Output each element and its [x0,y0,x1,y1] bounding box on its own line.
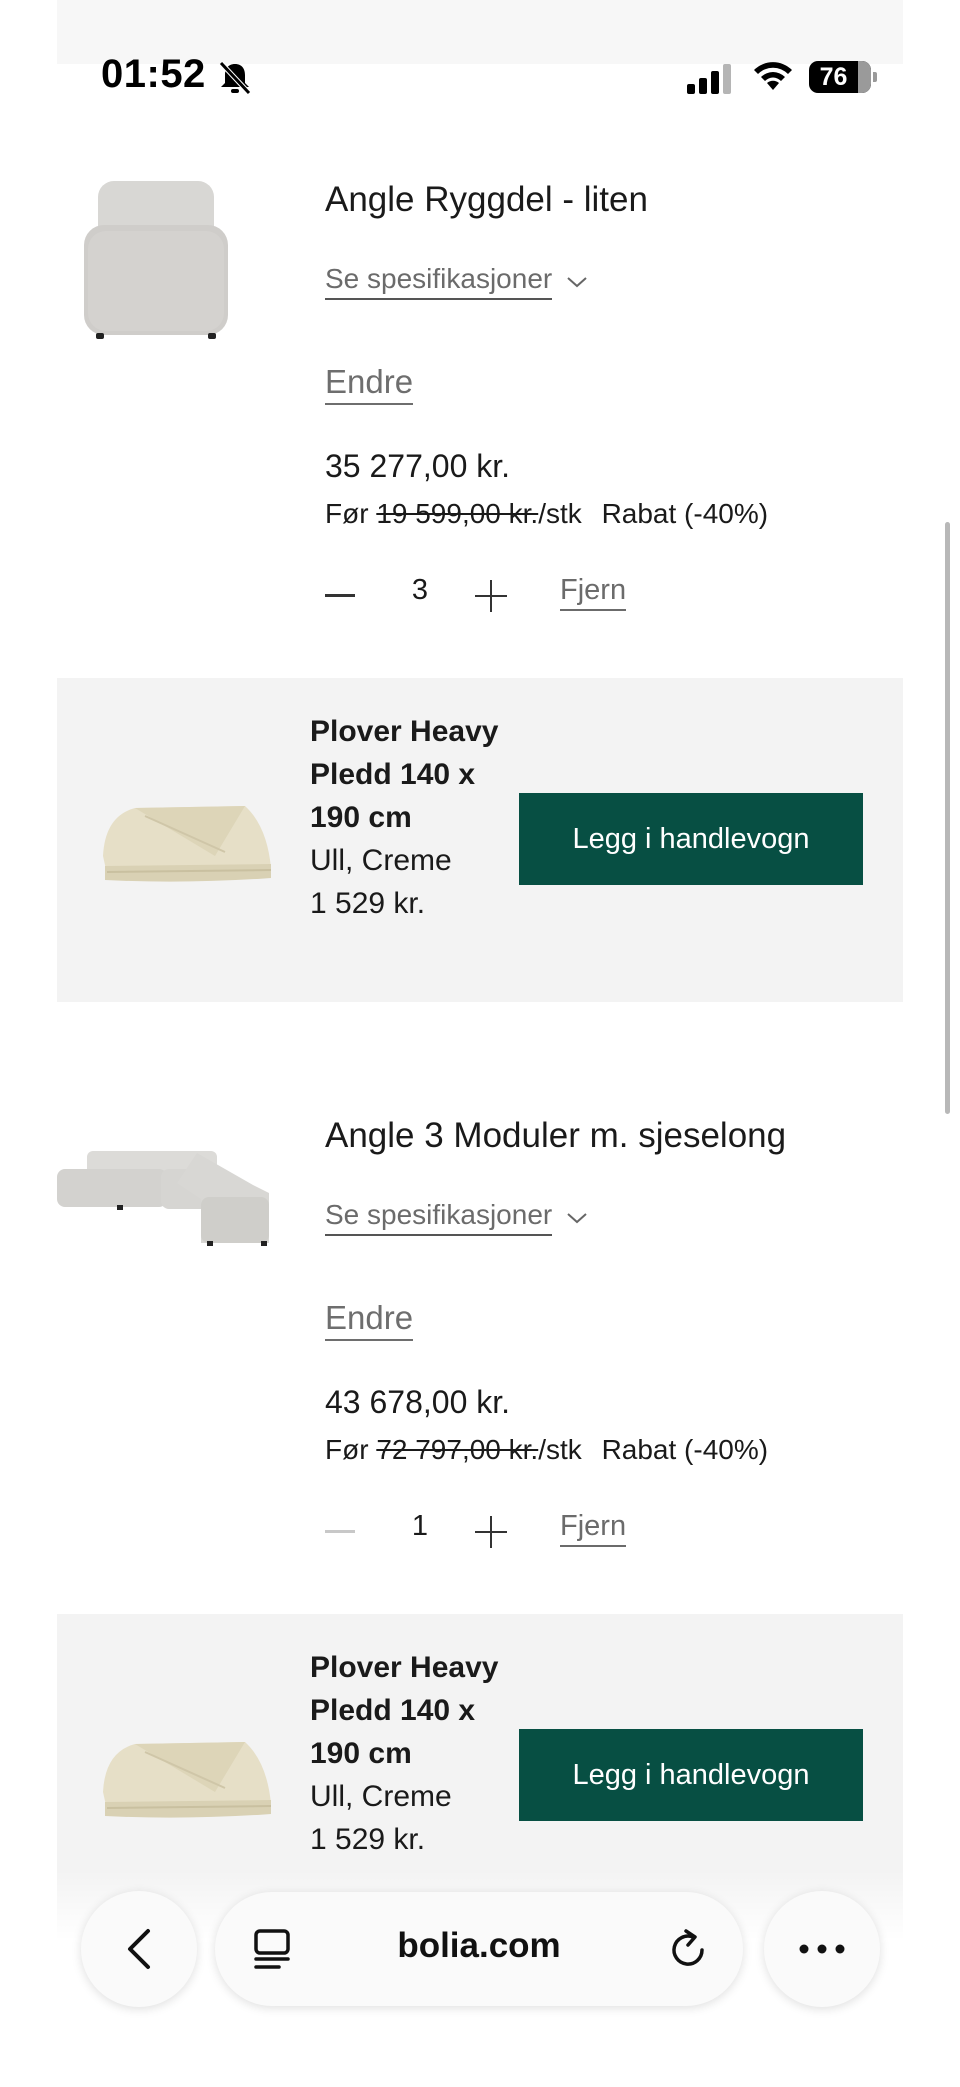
reload-icon[interactable] [669,1928,709,1970]
add-to-cart-button[interactable]: Legg i handlevogn [519,1729,863,1821]
before-prefix: Før [325,1434,369,1465]
decrease-quantity-button[interactable] [325,1530,355,1533]
product-title[interactable]: Angle 3 Moduler m. sjeselong [325,1116,786,1156]
specs-label: Se spesifikasjoner [325,1199,553,1236]
specs-label: Se spesifikasjoner [325,263,553,300]
upsell-name[interactable]: Plover Heavy Pledd 140 x 190 cm [310,1646,510,1775]
silent-bell-icon [219,61,251,95]
discount-label: Rabat (-40%) [601,1434,769,1465]
battery-level: 76 [819,63,848,91]
upsell-details: Plover Heavy Pledd 140 x 190 cm Ull, Cre… [310,1646,510,1861]
upsell-name[interactable]: Plover Heavy Pledd 140 x 190 cm [310,710,510,839]
cellular-signal-icon [687,64,731,94]
more-options-button[interactable] [764,1891,880,2007]
original-price: 72 797,00 kr. [376,1434,539,1465]
product-image-ryggdel[interactable] [78,175,234,345]
more-dots-icon [799,1944,845,1954]
quantity-value: 1 [411,1510,429,1542]
upsell-card: Plover Heavy Pledd 140 x 190 cm Ull, Cre… [57,678,903,1002]
specs-toggle[interactable]: Se spesifikasjoner [325,263,588,300]
edit-link[interactable]: Endre [325,1299,414,1341]
price-before: Før 19 599,00 kr./stk Rabat (-40%) [325,498,768,530]
per-unit-label: /stk [538,1434,582,1465]
upsell-variant: Ull, Creme [310,1780,452,1813]
upsell-price: 1 529 kr. [310,1823,426,1856]
product-price: 43 678,00 kr. [325,1384,511,1420]
chevron-down-icon [567,276,587,287]
wifi-icon [754,62,792,90]
quantity-stepper: 1 Fjern [325,1510,845,1554]
product-image-angle-3-moduler[interactable] [57,1145,270,1247]
remove-link[interactable]: Fjern [560,574,627,611]
throw-blanket-image[interactable] [95,1722,275,1822]
decrease-quantity-button[interactable] [325,594,355,597]
address-bar[interactable]: bolia.com [215,1892,743,2006]
product-title[interactable]: Angle Ryggdel - liten [325,180,648,220]
original-price: 19 599,00 kr. [376,498,539,529]
upsell-price: 1 529 kr. [310,887,426,920]
upsell-variant: Ull, Creme [310,844,452,877]
per-unit-label: /stk [538,498,582,529]
before-prefix: Før [325,498,369,529]
increase-quantity-button[interactable] [475,580,507,612]
increase-quantity-button[interactable] [475,1516,507,1548]
back-button[interactable] [81,1891,197,2007]
throw-blanket-image[interactable] [95,786,275,886]
battery-indicator: 76 [809,61,877,93]
quantity-stepper: 3 Fjern [325,574,845,618]
url-text: bolia.com [397,1926,561,1965]
chevron-left-icon [128,1929,150,1969]
upsell-details: Plover Heavy Pledd 140 x 190 cm Ull, Cre… [310,710,510,925]
specs-toggle[interactable]: Se spesifikasjoner [325,1199,588,1236]
status-time: 01:52 [101,52,206,96]
scrollbar[interactable] [945,522,950,1114]
remove-link[interactable]: Fjern [560,1510,627,1547]
quantity-value: 3 [411,574,429,606]
add-to-cart-button[interactable]: Legg i handlevogn [519,793,863,885]
product-price: 35 277,00 kr. [325,448,511,484]
edit-link[interactable]: Endre [325,363,414,405]
chevron-down-icon [567,1212,587,1223]
discount-label: Rabat (-40%) [601,498,769,529]
price-before: Før 72 797,00 kr./stk Rabat (-40%) [325,1434,768,1466]
